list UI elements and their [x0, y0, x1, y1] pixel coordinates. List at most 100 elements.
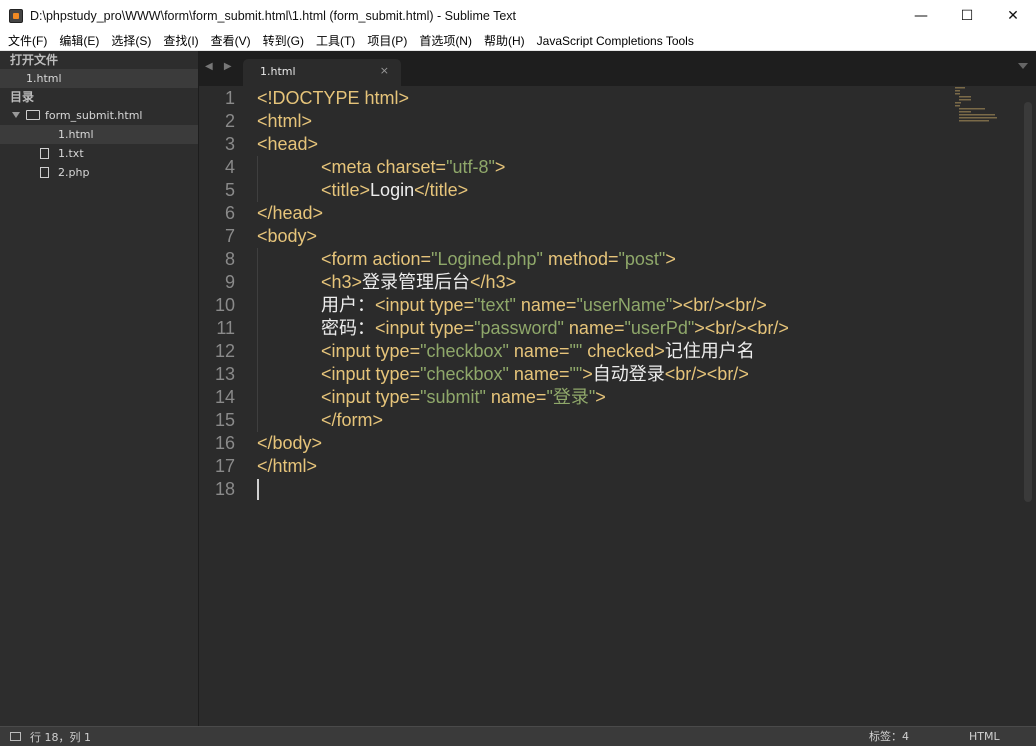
file-item-1-txt[interactable]: 1.txt [0, 144, 198, 163]
code-line[interactable]: </head> [257, 202, 323, 225]
code-tag-token: </head> [257, 203, 324, 223]
panel-toggle-icon[interactable] [10, 732, 21, 741]
menu-bar: 文件(F) 编辑(E) 选择(S) 查找(I) 查看(V) 转到(G) 工具(T… [0, 31, 1036, 51]
close-button[interactable]: ✕ [990, 0, 1036, 31]
code-text-token: 登录管理后台 [362, 272, 471, 292]
file-label: 1.txt [58, 147, 84, 160]
code-line[interactable]: <input type="checkbox" name="" checked>记… [321, 340, 755, 363]
line-number: 8 [224, 249, 235, 269]
tab-label: 1.html [260, 65, 296, 78]
code-text-token: Login [370, 180, 415, 200]
code-line[interactable]: </form> [321, 409, 383, 432]
sublime-app-icon [9, 8, 23, 23]
folder-open-icon [26, 110, 40, 120]
code-text-token: 用户： [321, 295, 375, 315]
line-number: 9 [224, 272, 235, 292]
code-line[interactable]: 密码：<input type="password" name="userPd">… [321, 317, 789, 340]
line-number: 11 [216, 318, 235, 338]
code-tag-token: method= [542, 249, 619, 269]
code-line[interactable]: <input type="submit" name="登录"> [321, 386, 606, 409]
minimize-button[interactable]: — [898, 0, 944, 31]
file-item-1-html[interactable]: 1.html [0, 125, 198, 144]
code-tag-token: name= [515, 295, 577, 315]
code-tag-token: <input type= [321, 387, 421, 407]
code-tag-token: ><br/><br/> [672, 295, 767, 315]
code-tag-token: <meta charset= [321, 157, 447, 177]
line-number: 15 [214, 410, 235, 430]
menu-find[interactable]: 查找(I) [157, 32, 204, 49]
line-number: 1 [224, 88, 235, 108]
code-tag-token: </h3> [470, 272, 517, 292]
tab-size[interactable]: 标签：4 [869, 727, 909, 746]
code-editor[interactable]: 1 2 3 4 5 6 7 8 9 10 11 12 13 14 15 16 1… [199, 86, 1036, 726]
code-string-token: "userName" [576, 295, 673, 315]
code-tag-token: </title> [414, 180, 469, 200]
folder-label: form_submit.html [45, 109, 143, 122]
folder-item[interactable]: form_submit.html [0, 106, 198, 125]
code-line[interactable]: <input type="checkbox" name="">自动登录<br/>… [321, 363, 749, 386]
tab-dropdown-icon[interactable] [1018, 63, 1028, 69]
code-string-token: "登录" [546, 387, 596, 407]
code-line[interactable]: <html> [257, 110, 312, 133]
syntax-mode[interactable]: HTML [969, 727, 1000, 746]
window-title: D:\phpstudy_pro\WWW\form\form_submit.htm… [30, 8, 516, 23]
line-number: 7 [224, 226, 235, 246]
menu-preferences[interactable]: 首选项(N) [413, 32, 478, 49]
expand-arrow-icon[interactable] [12, 112, 20, 118]
code-tag-token: <body> [257, 226, 318, 246]
vertical-scrollbar[interactable] [1024, 102, 1032, 502]
open-files-heading: 打开文件 [10, 53, 59, 67]
code-tag-token: > [582, 364, 593, 384]
line-number: 3 [224, 134, 235, 154]
code-string-token: "" [569, 364, 583, 384]
menu-javascript-completions[interactable]: JavaScript Completions Tools [531, 34, 700, 48]
code-tag-token: </body> [257, 433, 323, 453]
code-line[interactable]: <meta charset="utf-8"> [321, 156, 505, 179]
code-line[interactable]: <form action="Logined.php" method="post"… [321, 248, 676, 271]
code-tag-token: name= [508, 341, 570, 361]
line-number: 12 [214, 341, 235, 361]
code-tag-token: <input type= [375, 295, 475, 315]
tab-close-icon[interactable]: × [380, 64, 389, 77]
code-text-token: 密码： [321, 318, 375, 338]
cursor-position: 行 18，列 1 [30, 730, 91, 744]
tab-1-html[interactable]: 1.html × [243, 59, 401, 86]
line-number: 5 [224, 180, 235, 200]
code-line[interactable]: <body> [257, 225, 317, 248]
code-line[interactable]: <title>Login</title> [321, 179, 468, 202]
maximize-button[interactable]: ☐ [944, 0, 990, 31]
line-number: 4 [224, 157, 235, 177]
code-tag-token: <h3> [321, 272, 363, 292]
menu-project[interactable]: 项目(P) [361, 32, 413, 49]
file-item-2-php[interactable]: 2.php [0, 163, 198, 182]
code-tag-token: </form> [321, 410, 384, 430]
code-line[interactable]: <h3>登录管理后台</h3> [321, 271, 516, 294]
menu-help[interactable]: 帮助(H) [478, 32, 531, 49]
code-string-token: "password" [474, 318, 564, 338]
code-tag-token: </html> [257, 456, 318, 476]
code-string-token: "userPd" [624, 318, 695, 338]
code-tag-token: <html> [257, 111, 313, 131]
code-string-token: "" [569, 341, 583, 361]
code-string-token: "text" [474, 295, 516, 315]
code-tag-token: <input type= [321, 341, 421, 361]
menu-edit[interactable]: 编辑(E) [53, 32, 105, 49]
code-text-token: 记住用户名 [664, 341, 755, 361]
code-tag-token: > [494, 157, 506, 177]
open-file-item[interactable]: 1.html [0, 69, 198, 88]
menu-goto[interactable]: 转到(G) [257, 32, 310, 49]
code-line[interactable]: </html> [257, 455, 317, 478]
code-line[interactable]: <head> [257, 133, 318, 156]
menu-file[interactable]: 文件(F) [2, 32, 53, 49]
tab-nav-arrows-icon[interactable]: ◀ ▶ [205, 61, 236, 72]
code-string-token: "checkbox" [420, 341, 509, 361]
menu-tools[interactable]: 工具(T) [310, 32, 361, 49]
code-line[interactable]: </body> [257, 432, 322, 455]
code-line[interactable]: 用户：<input type="text" name="userName"><b… [321, 294, 767, 317]
code-line[interactable]: <!DOCTYPE html> [257, 87, 409, 110]
minimap[interactable] [953, 86, 1008, 126]
folders-heading: 目录 [10, 90, 35, 104]
menu-view[interactable]: 查看(V) [205, 32, 257, 49]
menu-selection[interactable]: 选择(S) [105, 32, 157, 49]
line-number: 16 [214, 433, 235, 453]
